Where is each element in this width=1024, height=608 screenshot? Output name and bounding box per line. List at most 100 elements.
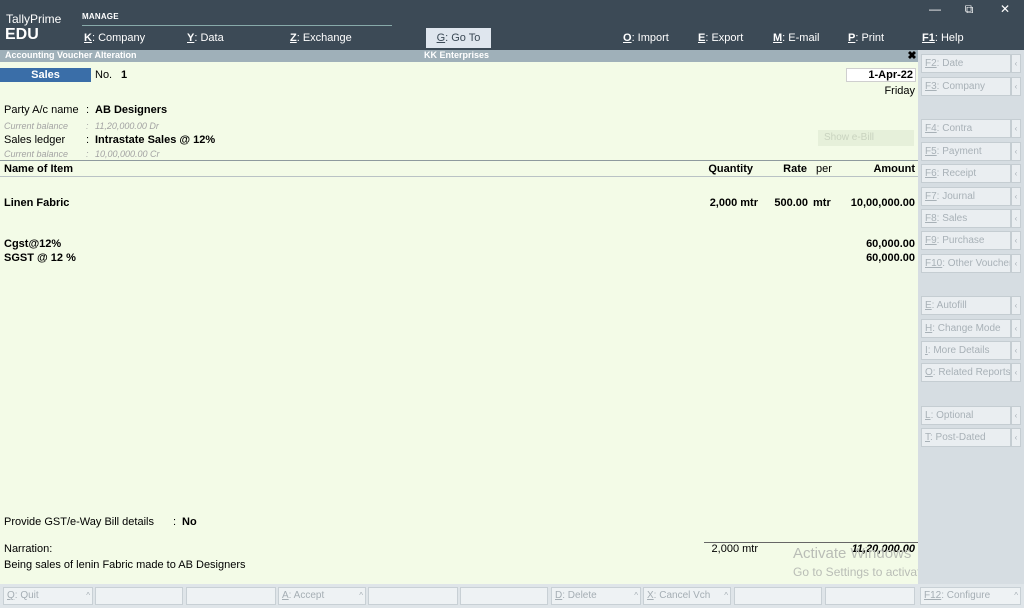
empty-bottom-button[interactable]	[825, 587, 915, 605]
item-quantity[interactable]: 2,000 mtr	[690, 197, 758, 209]
chevron-up-icon: ^	[86, 591, 90, 600]
narration-label: Narration:	[4, 543, 53, 555]
top-menu-bar: TallyPrime EDU MANAGE K: Company Y: Data…	[0, 0, 1024, 50]
chevron-left-icon[interactable]: ‹	[1011, 142, 1021, 161]
party-sep: :	[86, 104, 90, 116]
tax-ledger-name[interactable]: SGST @ 12 %	[4, 252, 76, 264]
chevron-up-icon: ^	[724, 591, 728, 600]
chevron-left-icon[interactable]: ‹	[1011, 77, 1021, 96]
brand-edition: EDU	[5, 26, 39, 43]
chevron-left-icon[interactable]: ‹	[1011, 341, 1021, 360]
party-input[interactable]: AB Designers	[95, 104, 167, 116]
menu-goto-button[interactable]: G: Go To	[426, 28, 491, 48]
chevron-up-icon: ^	[1014, 591, 1018, 600]
chevron-left-icon[interactable]: ‹	[1011, 54, 1021, 73]
chevron-left-icon[interactable]: ‹	[1011, 296, 1021, 315]
menu-import[interactable]: O: Import	[623, 32, 669, 44]
sales-ledger-input[interactable]: Intrastate Sales @ 12%	[95, 134, 215, 146]
autofill-button[interactable]: E: Autofill	[921, 296, 1011, 315]
post-dated-button[interactable]: T: Post-Dated	[921, 428, 1011, 447]
chevron-left-icon[interactable]: ‹	[1011, 254, 1021, 273]
tax-ledger-amount[interactable]: 60,000.00	[840, 238, 915, 250]
voucher-day: Friday	[884, 85, 915, 97]
col-name-of-item: Name of Item	[4, 163, 74, 175]
chevron-left-icon[interactable]: ‹	[1011, 406, 1021, 425]
voucher-no-label: No.	[95, 69, 113, 81]
chevron-left-icon[interactable]: ‹	[1011, 164, 1021, 183]
voucher-type-badge[interactable]: Sales	[0, 68, 91, 82]
chevron-left-icon[interactable]: ‹	[1011, 119, 1021, 138]
table-top-divider	[0, 160, 918, 161]
table-header-divider	[0, 176, 918, 177]
cancel-voucher-button[interactable]: X: Cancel Vch ^	[643, 587, 731, 605]
empty-bottom-button[interactable]	[368, 587, 458, 605]
menu-help[interactable]: F1: Help	[922, 32, 964, 44]
activation-watermark-title: Activate Windows	[793, 545, 912, 562]
more-details-button[interactable]: I: More Details	[921, 341, 1011, 360]
item-rate[interactable]: 500.00	[765, 197, 808, 209]
ledger-balance-sep: :	[86, 149, 89, 159]
journal-button[interactable]: F7: Journal	[921, 187, 1011, 206]
delete-button[interactable]: D: Delete ^	[551, 587, 641, 605]
screen-title: Accounting Voucher Alteration	[5, 50, 137, 60]
party-balance-value: 11,20,000.00 Dr	[95, 121, 159, 131]
contra-button[interactable]: F4: Contra	[921, 119, 1011, 138]
gst-details-sep: :	[173, 516, 177, 528]
tax-ledger-amount[interactable]: 60,000.00	[840, 252, 915, 264]
section-underline	[82, 25, 392, 26]
optional-button[interactable]: L: Optional	[921, 406, 1011, 425]
change-mode-button[interactable]: H: Change Mode	[921, 319, 1011, 338]
chevron-up-icon: ^	[359, 591, 363, 600]
chevron-up-icon: ^	[634, 591, 638, 600]
chevron-left-icon[interactable]: ‹	[1011, 428, 1021, 447]
empty-bottom-button[interactable]	[460, 587, 548, 605]
chevron-left-icon[interactable]: ‹	[1011, 319, 1021, 338]
restore-icon[interactable]: ⧉	[959, 2, 979, 17]
empty-bottom-button[interactable]	[734, 587, 822, 605]
voucher-title-bar: Accounting Voucher Alteration KK Enterpr…	[0, 50, 918, 62]
section-label: MANAGE	[82, 12, 119, 21]
accept-button[interactable]: A: Accept ^	[278, 587, 366, 605]
col-rate: Rate	[783, 163, 807, 175]
col-per: per	[816, 163, 832, 175]
configure-button[interactable]: F12: Configure ^	[920, 587, 1021, 605]
chevron-left-icon[interactable]: ‹	[1011, 231, 1021, 250]
menu-company[interactable]: K: Company	[84, 32, 145, 44]
company-name: KK Enterprises	[424, 50, 490, 60]
chevron-left-icon[interactable]: ‹	[1011, 209, 1021, 228]
party-balance-label: Current balance	[4, 121, 69, 131]
empty-bottom-button[interactable]	[95, 587, 183, 605]
other-vouchers-button[interactable]: F10: Other Vouchers	[921, 254, 1011, 273]
screen-close-icon[interactable]: ✖	[906, 50, 918, 62]
item-amount[interactable]: 10,00,000.00	[840, 197, 915, 209]
menu-exchange[interactable]: Z: Exchange	[290, 32, 352, 44]
menu-export[interactable]: E: Export	[698, 32, 743, 44]
receipt-button[interactable]: F6: Receipt	[921, 164, 1011, 183]
date-button[interactable]: F2: Date	[921, 54, 1011, 73]
related-reports-button[interactable]: O: Related Reports	[921, 363, 1011, 382]
item-per[interactable]: mtr	[813, 197, 831, 209]
payment-button[interactable]: F5: Payment	[921, 142, 1011, 161]
sales-button[interactable]: F8: Sales	[921, 209, 1011, 228]
voucher-no-value[interactable]: 1	[121, 69, 127, 81]
narration-input[interactable]: Being sales of lenin Fabric made to AB D…	[4, 559, 246, 571]
total-quantity: 2,000 mtr	[711, 543, 758, 555]
menu-email[interactable]: M: E-mail	[773, 32, 819, 44]
purchase-button[interactable]: F9: Purchase	[921, 231, 1011, 250]
quit-button[interactable]: Q: Quit ^	[3, 587, 93, 605]
ledger-balance-value: 10,00,000.00 Cr	[95, 149, 160, 159]
voucher-date[interactable]: 1-Apr-22	[846, 68, 916, 82]
menu-data[interactable]: Y: Data	[187, 32, 224, 44]
tax-ledger-name[interactable]: Cgst@12%	[4, 238, 61, 250]
empty-bottom-button[interactable]	[186, 587, 276, 605]
chevron-left-icon[interactable]: ‹	[1011, 187, 1021, 206]
menu-print[interactable]: P: Print	[848, 32, 884, 44]
window-close-icon[interactable]: ✕	[995, 2, 1015, 16]
faint-action-button[interactable]: Show e-Bill	[818, 130, 914, 146]
chevron-left-icon[interactable]: ‹	[1011, 363, 1021, 382]
item-name[interactable]: Linen Fabric	[4, 197, 69, 209]
gst-details-value[interactable]: No	[182, 516, 197, 528]
minimize-icon[interactable]: —	[925, 2, 945, 16]
party-label: Party A/c name	[4, 104, 79, 116]
company-button[interactable]: F3: Company	[921, 77, 1011, 96]
